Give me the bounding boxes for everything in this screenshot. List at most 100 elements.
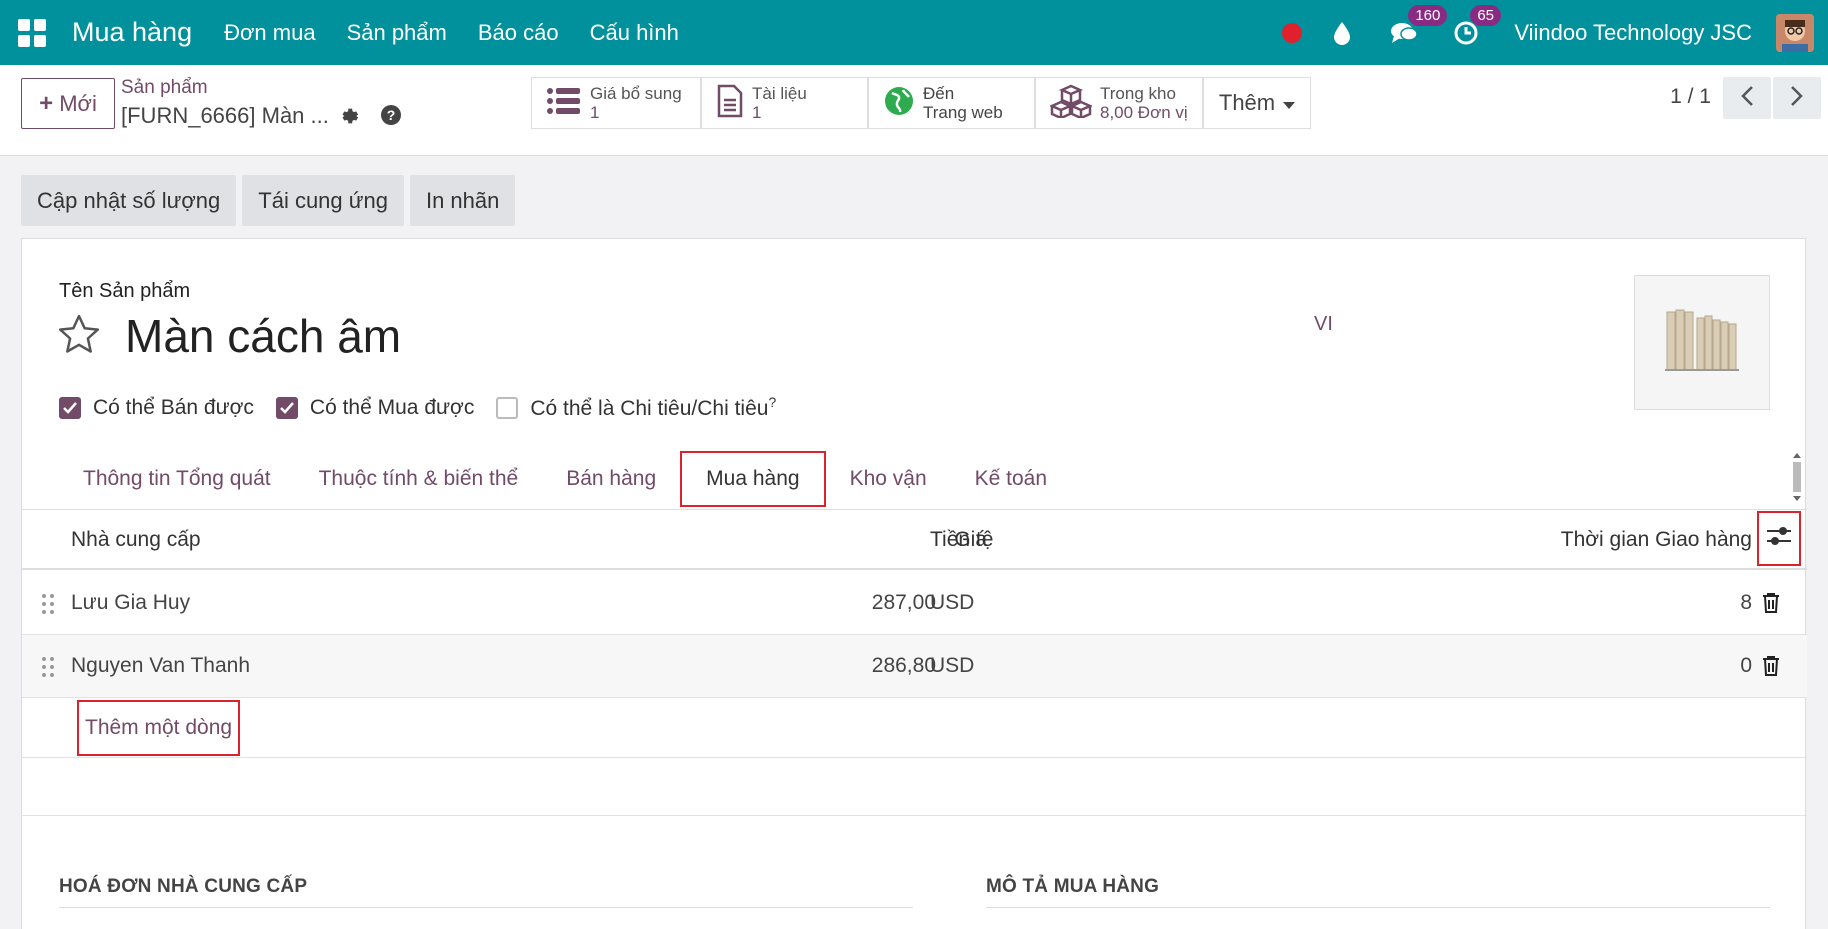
favorite-star-icon[interactable] [57,313,101,360]
menu-item-configuration[interactable]: Cấu hình [590,20,679,46]
messages-icon[interactable]: 160 [1390,4,1448,47]
product-name-label: Tên Sản phẩm [59,280,191,302]
smart-button-on-hand[interactable]: Trong kho 8,00 Đơn vị [1035,77,1203,129]
form-sheet: Tên Sản phẩm Màn cách âm VI Có thể Bán đ… [21,238,1807,929]
new-button[interactable]: + Mới [21,78,115,129]
app-name[interactable]: Mua hàng [72,17,192,48]
section-divider [59,907,913,908]
section-title-purchase-description: MÔ TẢ MUA HÀNG [986,876,1160,897]
tab-sales[interactable]: Bán hàng [542,451,680,507]
cell-lead-time: 0 [1740,654,1752,677]
form-action-buttons: Cập nhật số lượng Tái cung ứng In nhãn [21,175,521,226]
cell-vendor: Lưu Gia Huy [71,591,191,614]
menu-item-reports[interactable]: Báo cáo [478,20,559,46]
messages-badge: 160 [1408,4,1448,26]
top-menu: Đơn mua Sản phẩm Báo cáo Cấu hình [224,20,710,46]
cell-currency: USD [930,654,975,677]
cell-lead-time: 8 [1740,591,1752,614]
company-switcher[interactable]: Viindoo Technology JSC [1514,20,1752,46]
breadcrumb-current: [FURN_6666] Màn ... [121,103,329,128]
add-line-link[interactable]: Thêm một dòng [77,700,241,756]
smart-button-documents[interactable]: Tài liệu 1 [701,77,868,129]
optional-columns-button[interactable] [1757,511,1801,566]
add-line-row: Thêm một dòng [22,698,1807,758]
breadcrumb-parent[interactable]: Sản phẩm [121,77,208,99]
more-label: Thêm [1218,90,1276,115]
product-type-checkboxes: Có thể Bán được Có thể Mua được Có thể l… [59,394,776,421]
section-title-vendor-bills: HOÁ ĐƠN NHÀ CUNG CẤP [59,876,308,897]
table-row[interactable]: Nguyen Van Thanh 286,80 USD 0 [22,635,1807,698]
can-be-expensed-label: Có thể là Chi tiêu/Chi tiêu? [530,394,777,420]
smart-value: 8,00 Đơn vị [1100,103,1188,122]
col-header-vendor[interactable]: Nhà cung cấp [71,528,201,552]
update-quantity-button[interactable]: Cập nhật số lượng [21,175,237,226]
section-divider [986,907,1770,908]
sliders-icon [1766,524,1792,554]
smart-button-website[interactable]: Đến Trang web [868,77,1035,129]
smart-label: Giá bổ sung [590,84,682,103]
cubes-icon [1048,84,1094,123]
smart-label: Tài liệu [752,84,807,103]
can-be-expensed-checkbox[interactable] [496,396,519,419]
trash-icon[interactable] [1762,655,1780,683]
top-right-tray: 160 65 Viindoo Technology JSC [1282,0,1828,65]
notebook-tabs: Thông tin Tổng quát Thuộc tính & biến th… [59,449,1071,509]
svg-text:?: ? [387,107,396,123]
activities-clock-icon[interactable]: 65 [1452,4,1501,47]
print-labels-button[interactable]: In nhãn [409,175,516,226]
smart-value: Trang web [923,103,1003,122]
smart-label: Đến [923,84,955,103]
document-icon [716,84,744,123]
product-image[interactable] [1634,275,1770,410]
new-button-label: Mới [59,90,97,116]
smart-label: Trong kho [1100,84,1176,103]
globe-icon [883,85,915,122]
cell-currency: USD [930,591,975,614]
col-header-currency[interactable]: Tiền tệ [930,528,993,552]
drag-handle-icon[interactable] [41,593,55,621]
replenish-button[interactable]: Tái cung ứng [242,175,404,226]
help-tooltip-mark[interactable]: ? [768,394,776,410]
tab-accounting[interactable]: Kế toán [951,451,1071,507]
can-be-sold-checkbox[interactable] [59,396,81,419]
gear-icon[interactable] [337,105,359,132]
cell-price: 286,80 [871,654,936,677]
caret-down-icon [1283,90,1296,116]
tab-inventory[interactable]: Kho vận [826,451,951,507]
activities-badge: 65 [1470,4,1501,26]
trash-icon[interactable] [1762,592,1780,620]
menu-item-orders[interactable]: Đơn mua [224,20,315,46]
record-dot-icon[interactable] [1282,22,1303,43]
empty-row [22,758,1807,816]
chevron-left-icon [1740,85,1754,112]
plus-icon: + [39,89,54,117]
can-be-purchased-checkbox[interactable] [275,396,298,419]
pager-previous-button[interactable] [1723,77,1771,119]
tab-attributes-variants[interactable]: Thuộc tính & biến thể [295,451,543,507]
can-be-purchased-label: Có thể Mua được [309,395,475,419]
tab-purchase[interactable]: Mua hàng [680,451,826,507]
drop-icon[interactable] [1328,19,1356,47]
top-navbar: Mua hàng Đơn mua Sản phẩm Báo cáo Cấu hì… [0,0,1828,65]
drag-handle-icon[interactable] [41,656,55,684]
user-avatar[interactable] [1776,13,1814,52]
pager-counter[interactable]: 1 / 1 [1670,85,1711,109]
tab-general-information[interactable]: Thông tin Tổng quát [59,451,295,507]
control-panel: + Mới Sản phẩm [FURN_6666] Màn ... ? Giá… [0,65,1828,156]
help-icon[interactable]: ? [380,104,402,131]
smart-button-supplier-prices[interactable]: Giá bổ sung 1 [531,77,701,129]
apps-menu-icon[interactable] [18,18,46,47]
more-dropdown[interactable]: Thêm [1203,77,1311,129]
tabs-scrollbar[interactable] [1791,452,1803,502]
smart-value: 1 [590,103,600,122]
pager-next-button[interactable] [1773,77,1821,119]
list-icon [546,86,582,121]
cell-price: 287,00 [871,591,936,614]
cell-vendor: Nguyen Van Thanh [71,654,251,677]
col-header-lead-time[interactable]: Thời gian Giao hàng [1302,528,1752,552]
can-be-sold-label: Có thể Bán được [93,395,254,419]
product-name-field[interactable]: Màn cách âm [125,309,401,363]
language-button[interactable]: VI [1314,313,1333,336]
table-row[interactable]: Lưu Gia Huy 287,00 USD 8 [22,572,1807,635]
menu-item-products[interactable]: Sản phẩm [347,20,447,46]
